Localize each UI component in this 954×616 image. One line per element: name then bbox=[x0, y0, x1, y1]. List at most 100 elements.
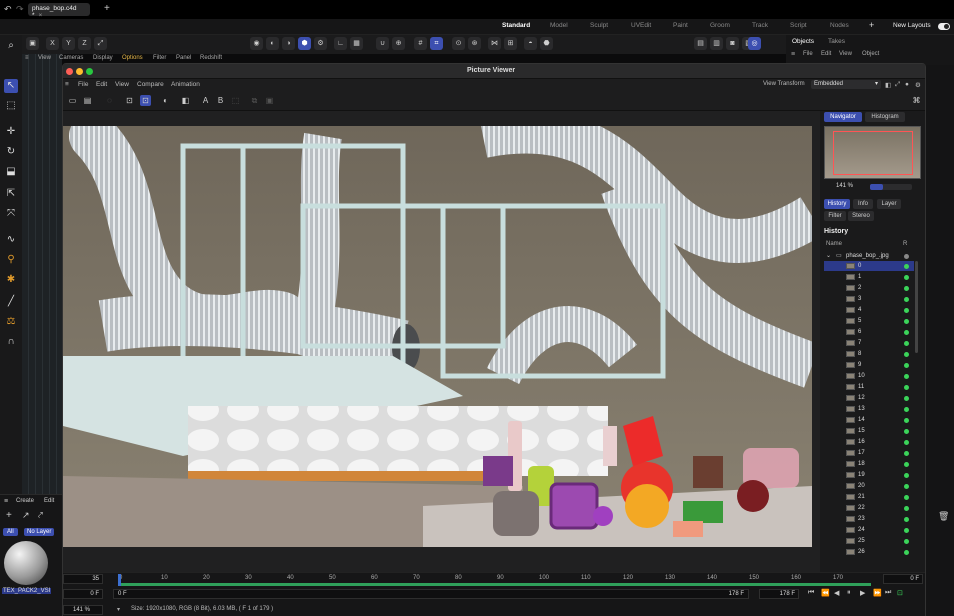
history-row[interactable]: 13 bbox=[824, 404, 914, 414]
history-row[interactable]: 9 bbox=[824, 360, 914, 370]
go-start-icon[interactable]: ⏮ bbox=[808, 589, 814, 597]
arrow-alt-icon[interactable]: ⤤ bbox=[38, 510, 43, 521]
knife-icon[interactable]: ╱ bbox=[4, 295, 18, 309]
chevron-down-icon[interactable]: ⌄ bbox=[826, 251, 831, 261]
sculpt-brush-icon[interactable]: ⚲ bbox=[4, 253, 18, 267]
history-row[interactable]: 2 bbox=[824, 283, 914, 293]
history-row[interactable]: 19 bbox=[824, 470, 914, 480]
history-row[interactable]: 4 bbox=[824, 305, 914, 315]
magnet-icon[interactable]: ∪ bbox=[376, 37, 389, 50]
object-icon[interactable]: ⊙ bbox=[452, 37, 465, 50]
history-row[interactable]: 24 bbox=[824, 525, 914, 535]
tab-model[interactable]: Model bbox=[550, 22, 568, 29]
camera-target-icon[interactable]: ⊛ bbox=[468, 37, 481, 50]
model-mode-icon[interactable]: ▣ bbox=[26, 37, 39, 50]
history-row[interactable]: 26 bbox=[824, 547, 914, 557]
snap-icon[interactable]: ∟ bbox=[334, 37, 347, 50]
timeline-track[interactable] bbox=[119, 583, 871, 586]
render-view-icon[interactable]: ◉ bbox=[250, 37, 263, 50]
pv-menu-file[interactable]: File bbox=[78, 81, 88, 88]
history-row[interactable]: 6 bbox=[824, 327, 914, 337]
add-material-icon[interactable]: + bbox=[6, 510, 12, 521]
tab-filter[interactable]: Filter bbox=[824, 211, 846, 221]
material-tab-create[interactable]: Create bbox=[16, 498, 34, 504]
filter-no-layer[interactable]: No Layer bbox=[24, 528, 55, 536]
move-icon[interactable]: ✛ bbox=[4, 125, 18, 139]
axis-z-button[interactable]: Z bbox=[78, 37, 91, 50]
tab-standard[interactable]: Standard bbox=[502, 22, 530, 29]
material-menu-icon[interactable]: ≡ bbox=[4, 498, 8, 505]
history-row[interactable]: 12 bbox=[824, 393, 914, 403]
tab-nodes[interactable]: Nodes bbox=[830, 22, 849, 29]
tab-takes[interactable]: Takes bbox=[828, 38, 845, 45]
viewport-menu-redshift[interactable]: Redshift bbox=[200, 55, 222, 61]
weight-icon[interactable]: ⚖ bbox=[4, 315, 18, 329]
add-tab-icon[interactable]: + bbox=[104, 3, 110, 14]
history-row[interactable]: 10 bbox=[824, 371, 914, 381]
zoom-field[interactable]: 141 % bbox=[63, 605, 103, 615]
compare-b-button[interactable]: B bbox=[215, 95, 226, 106]
cloner-icon[interactable]: ⬣ bbox=[540, 37, 553, 50]
range-bar[interactable]: 0 F 178 F bbox=[113, 589, 749, 599]
select-arrow-icon[interactable]: ↖ bbox=[4, 79, 18, 93]
history-row[interactable]: 15 bbox=[824, 426, 914, 436]
next-frame-icon[interactable]: ⏩ bbox=[873, 589, 882, 597]
history-row[interactable]: 22 bbox=[824, 503, 914, 513]
camera-icon[interactable]: ◙ bbox=[726, 37, 739, 50]
history-row[interactable]: 14 bbox=[824, 415, 914, 425]
tab-uvedit[interactable]: UVEdit bbox=[631, 22, 651, 29]
paint-icon[interactable]: ✱ bbox=[4, 273, 18, 287]
axis-x-button[interactable]: X bbox=[46, 37, 59, 50]
snapshot-icon[interactable]: ⌘ bbox=[911, 95, 922, 106]
viewport-menu-cameras[interactable]: Cameras bbox=[59, 55, 83, 61]
play-back-icon[interactable]: ◀ bbox=[834, 589, 839, 597]
objects-menu-object[interactable]: Object bbox=[862, 51, 879, 57]
channel-icon[interactable]: ◧ bbox=[180, 95, 191, 106]
render-settings-icon[interactable]: ⚙ bbox=[314, 37, 327, 50]
undo-icon[interactable]: ↶ bbox=[4, 4, 12, 15]
minimize-window-button[interactable] bbox=[76, 68, 83, 75]
ab-compare-icon[interactable]: ◐ bbox=[160, 95, 171, 106]
view-transform-select[interactable]: Embedded ▾ bbox=[811, 80, 881, 89]
arrow-icon[interactable]: ↗ bbox=[22, 510, 30, 521]
history-row[interactable]: 25 bbox=[824, 536, 914, 546]
pv-menu-compare[interactable]: Compare bbox=[137, 81, 164, 88]
loop-icon[interactable]: ⊡ bbox=[897, 589, 903, 597]
region-icon[interactable]: ⊡ bbox=[124, 95, 135, 106]
history-row[interactable]: 7 bbox=[824, 338, 914, 348]
tab-history[interactable]: History bbox=[824, 199, 850, 209]
search-icon[interactable]: ⌕ bbox=[4, 39, 18, 53]
add-layout-icon[interactable]: + bbox=[869, 20, 874, 30]
zoom-slider[interactable] bbox=[870, 184, 912, 190]
magnet-tool-icon[interactable]: ∩ bbox=[4, 335, 18, 349]
transform-icon[interactable]: ⇱ bbox=[4, 187, 18, 201]
viewport-menu-display[interactable]: Display bbox=[93, 55, 113, 61]
split-view-icon[interactable]: ◧ bbox=[885, 81, 891, 89]
tab-script[interactable]: Script bbox=[790, 22, 807, 29]
swap-icon[interactable]: ⬚ bbox=[230, 95, 241, 106]
trash-icon[interactable]: 🗑 bbox=[938, 511, 949, 522]
select-rect-icon[interactable]: ⬚ bbox=[4, 99, 18, 113]
start-frame-field[interactable]: 0 F bbox=[63, 589, 103, 599]
pv-menu-icon[interactable]: ≡ bbox=[65, 81, 69, 88]
redshift-icon[interactable]: ◎ bbox=[748, 37, 761, 50]
render-active-icon[interactable]: ◑ bbox=[282, 37, 295, 50]
maximize-window-button[interactable] bbox=[86, 68, 93, 75]
tab-layer[interactable]: Layer bbox=[877, 199, 901, 209]
new-layouts-toggle[interactable] bbox=[938, 23, 950, 30]
spline-pen-icon[interactable]: ∿ bbox=[4, 233, 18, 247]
expand-icon[interactable]: ⤢ bbox=[895, 81, 900, 89]
overlay-icon[interactable]: ⧉ bbox=[249, 95, 260, 106]
tab-track[interactable]: Track bbox=[752, 22, 768, 29]
grid-snap-icon[interactable]: ⌗ bbox=[430, 37, 443, 50]
prev-frame-icon[interactable]: ⏪ bbox=[821, 589, 830, 597]
rotate-icon[interactable]: ↻ bbox=[4, 145, 18, 159]
history-row[interactable]: 0 bbox=[824, 261, 914, 271]
history-row[interactable]: 21 bbox=[824, 492, 914, 502]
pv-menu-edit[interactable]: Edit bbox=[96, 81, 107, 88]
axis-y-button[interactable]: Y bbox=[62, 37, 75, 50]
tab-sculpt[interactable]: Sculpt bbox=[590, 22, 608, 29]
viewport-menu-icon[interactable]: ≡ bbox=[25, 55, 29, 61]
axis-icon[interactable]: ⤧ bbox=[4, 207, 18, 221]
compare-a-button[interactable]: A bbox=[200, 95, 211, 106]
